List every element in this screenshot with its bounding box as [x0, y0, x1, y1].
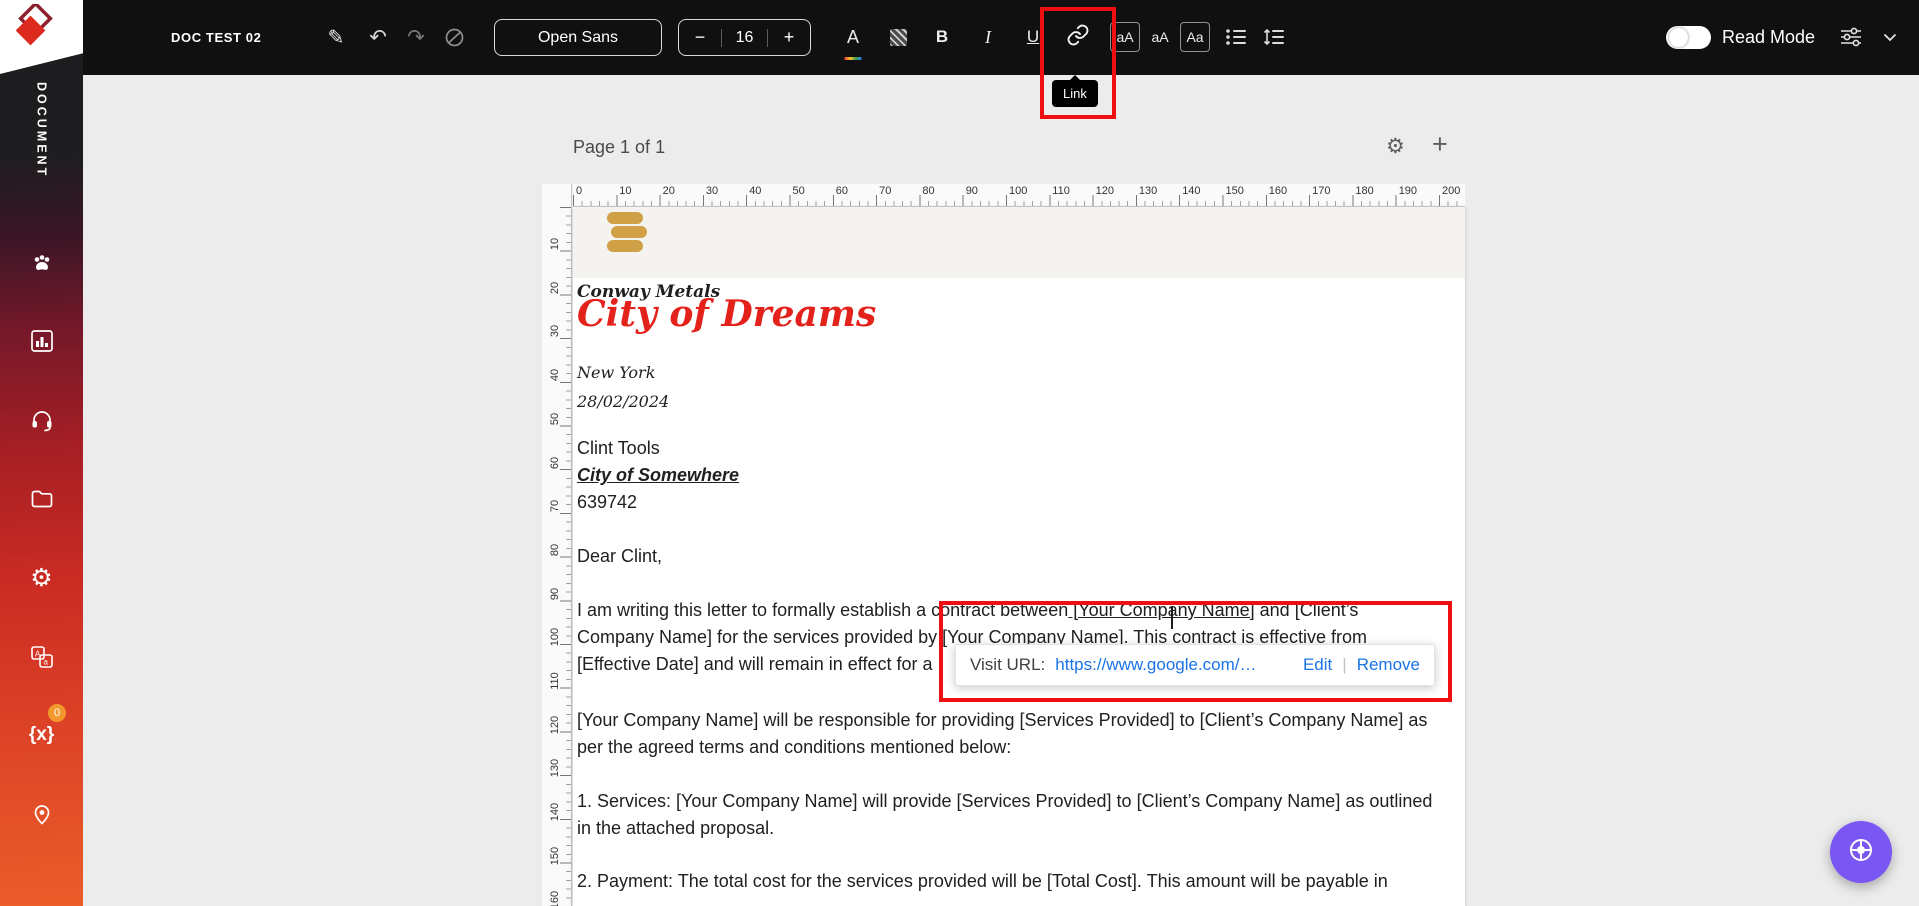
highlight-icon	[889, 28, 907, 46]
link-button[interactable]	[1060, 19, 1096, 55]
underline-button[interactable]: U	[1015, 19, 1051, 55]
document-page[interactable]: Conway Metals City of Dreams New York 28…	[573, 207, 1465, 906]
link-url[interactable]: https://www.google.com/…	[1055, 655, 1256, 675]
font-size-increase-button[interactable]: +	[768, 27, 810, 48]
p1-text[interactable]: and [Client’s	[1255, 600, 1359, 620]
folder-icon[interactable]	[26, 483, 58, 515]
p1-text[interactable]: I am writing this letter to formally est…	[577, 600, 1068, 620]
top-toolbar: DOC TEST 02 ✎ ↶ ↷ Open Sans − 16 + A B I…	[0, 0, 1919, 75]
horizontal-ruler: 0 10 20 30 40 50 60 70 80 90 100 110 120 130 140 150 160…	[573, 184, 1465, 207]
popup-divider: |	[1342, 655, 1347, 674]
adjustments-sliders-icon[interactable]	[1833, 19, 1869, 55]
edit-link-button[interactable]: Edit	[1303, 655, 1332, 675]
font-size-decrease-button[interactable]: −	[679, 27, 721, 48]
item1-line2[interactable]: in the attached proposal.	[577, 815, 1432, 842]
formula-icon[interactable]: {x}	[26, 719, 58, 751]
company-name-link[interactable]: [Your Company Name]	[1068, 600, 1254, 620]
letterhead-logo	[599, 210, 653, 267]
letterhead-city[interactable]: New York	[577, 359, 655, 386]
svg-text:a: a	[43, 658, 48, 667]
highlight-button[interactable]	[880, 19, 916, 55]
page-indicator: Page 1 of 1	[573, 137, 666, 157]
gear-icon[interactable]: ⚙	[26, 561, 58, 593]
paragraph-2[interactable]: [Your Company Name] will be responsible …	[577, 707, 1427, 761]
bold-button[interactable]: B	[924, 19, 960, 55]
letterhead-title[interactable]: City of Dreams	[577, 296, 876, 332]
undo-icon[interactable]: ↶	[360, 19, 396, 55]
vertical-ruler: 10 20 30 40 50 60 70 80 90 100 110 120 130 140 150 160	[542, 184, 572, 906]
help-fab-button[interactable]	[1830, 821, 1892, 883]
p2-line1[interactable]: [Your Company Name] will be responsible …	[577, 707, 1427, 734]
add-page-icon[interactable]: +	[1432, 129, 1448, 160]
page-settings-gear-icon[interactable]: ⚙	[1386, 134, 1405, 158]
visit-url-label: Visit URL:	[970, 655, 1046, 674]
text-color-button[interactable]: A	[835, 19, 871, 60]
read-mode-toggle[interactable]	[1666, 26, 1711, 49]
translate-icon[interactable]: Aa	[26, 641, 58, 673]
chevron-down-icon[interactable]	[1872, 19, 1908, 55]
link-tooltip: Link	[1052, 75, 1098, 107]
redo-icon[interactable]: ↷	[398, 19, 434, 55]
case-small-caps-button[interactable]: aA	[1110, 22, 1140, 52]
salutation[interactable]: Dear Clint,	[577, 543, 662, 570]
toggle-knob	[1669, 28, 1688, 47]
text-cursor	[1171, 607, 1173, 629]
svg-text:A: A	[35, 650, 41, 659]
edit-pencil-icon[interactable]: ✎	[318, 19, 354, 55]
chart-templates-icon[interactable]	[26, 325, 58, 357]
list-item-services[interactable]: 1. Services: [Your Company Name] will pr…	[577, 788, 1432, 842]
recipient-company[interactable]: City of Somewhere	[577, 462, 739, 489]
read-mode-label: Read Mode	[1722, 27, 1816, 47]
remove-link-button[interactable]: Remove	[1357, 655, 1420, 675]
p2-line2[interactable]: per the agreed terms and conditions ment…	[577, 734, 1427, 761]
italic-button[interactable]: I	[970, 19, 1006, 55]
left-sidebar: DOCUMENT ⚙ Aa {x} 0	[0, 0, 83, 906]
case-mixed-button[interactable]: aA	[1145, 22, 1175, 52]
case-title-button[interactable]: Aa	[1180, 22, 1210, 52]
font-family-select[interactable]: Open Sans	[494, 19, 662, 56]
recipient-ref-number[interactable]: 639742	[577, 489, 739, 516]
validate-icon[interactable]	[436, 19, 472, 55]
support-headset-icon[interactable]	[26, 404, 58, 436]
letterhead-band	[573, 207, 1465, 278]
document-title: DOC TEST 02	[171, 30, 262, 45]
font-size-control: − 16 +	[678, 19, 811, 56]
h-ruler-ticks	[573, 195, 1465, 206]
formula-badge: 0	[48, 704, 66, 722]
recipient-block[interactable]: Clint Tools City of Somewhere 639742	[577, 435, 739, 516]
map-pin-icon[interactable]	[26, 798, 58, 830]
app-logo-icon	[15, 4, 53, 46]
line-spacing-icon[interactable]	[1256, 19, 1292, 55]
paw-icon[interactable]	[26, 248, 58, 280]
letterhead-date[interactable]: 28/02/2024	[577, 388, 669, 415]
sidebar-section-label: DOCUMENT	[34, 82, 49, 179]
v-ruler-ticks	[560, 207, 571, 906]
bullet-list-icon[interactable]	[1218, 19, 1254, 55]
item1-line1[interactable]: 1. Services: [Your Company Name] will pr…	[577, 788, 1432, 815]
link-icon	[1066, 23, 1090, 52]
text-color-swatch	[844, 57, 862, 60]
font-size-value[interactable]: 16	[721, 28, 768, 47]
help-wheel-icon	[1846, 835, 1876, 870]
link-popup: Visit URL: https://www.google.com/… Edit…	[955, 644, 1435, 686]
app-logo-banner[interactable]	[0, 0, 83, 74]
list-item-payment[interactable]: 2. Payment: The total cost for the servi…	[577, 868, 1388, 895]
recipient-name[interactable]: Clint Tools	[577, 435, 739, 462]
